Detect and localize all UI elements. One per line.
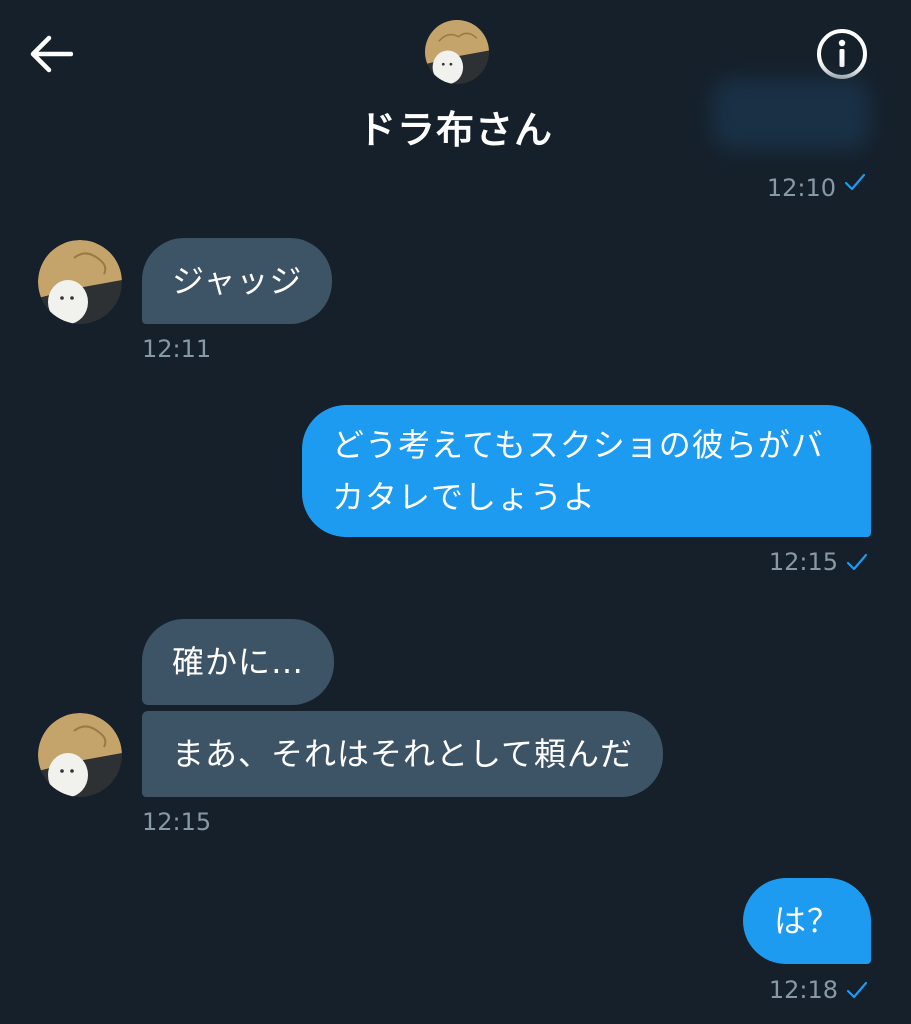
sender-avatar[interactable] (38, 240, 122, 324)
read-check-icon (846, 553, 868, 571)
avatar-image (38, 240, 122, 324)
read-check-icon (846, 981, 868, 999)
sender-avatar[interactable] (38, 713, 122, 797)
message-bubble-outgoing[interactable]: は？ (743, 878, 871, 964)
message-bubble-incoming[interactable]: まあ、それはそれとして頼んだ (142, 711, 664, 797)
message-time: 12:18 (700, 974, 868, 1006)
message-text: ジャッジ (172, 262, 303, 300)
message-text: どう考えてもスクショの彼らがバカタレでしょうよ (332, 426, 824, 516)
back-button[interactable] (22, 28, 78, 80)
header-avatar[interactable] (425, 20, 489, 84)
conversation-info-button[interactable] (812, 26, 872, 82)
message-bubble-outgoing[interactable]: どう考えてもスクショの彼らがバカタレでしょうよ (302, 405, 871, 537)
info-circle-icon (817, 29, 867, 79)
previous-message-time: 12:10 (700, 166, 866, 198)
message-time: 12:15 (142, 808, 212, 836)
message-bubble-incoming[interactable]: ジャッジ (142, 238, 333, 324)
message-text: 確かに… (172, 643, 305, 681)
previous-message-blurred (712, 78, 870, 150)
message-text: は？ (773, 902, 840, 940)
avatar-image (425, 20, 489, 84)
avatar-image (38, 713, 122, 797)
message-bubble-incoming[interactable]: 確かに… (142, 619, 335, 705)
read-check-icon (844, 173, 866, 191)
message-time: 12:15 (700, 546, 868, 578)
arrow-left-icon (30, 35, 73, 73)
message-time: 12:11 (142, 335, 212, 363)
message-text: まあ、それはそれとして頼んだ (172, 735, 634, 773)
